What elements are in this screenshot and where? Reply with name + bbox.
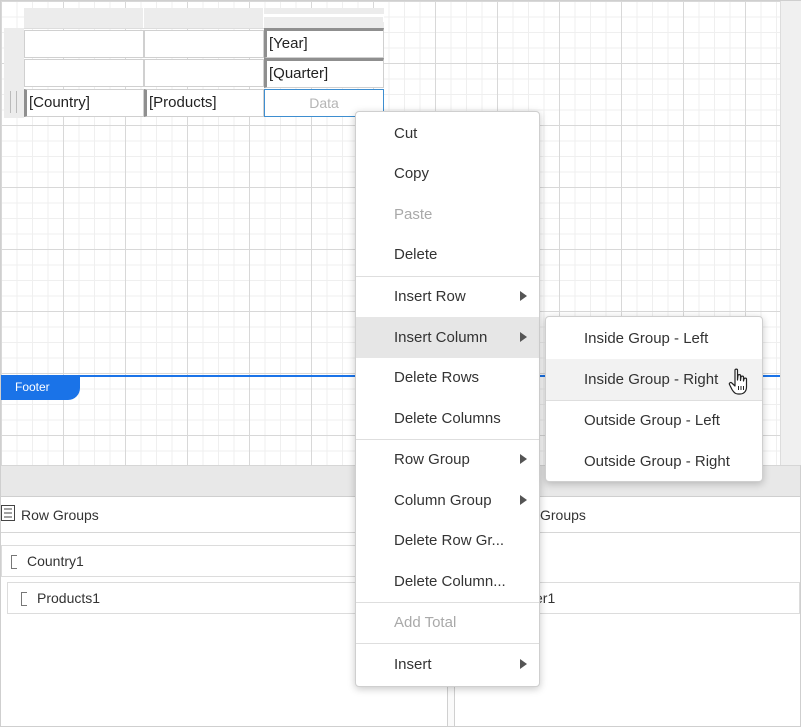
submenu-arrow-icon xyxy=(520,659,527,669)
tablix-corner-cell-4[interactable] xyxy=(144,59,264,87)
hand-pointer-icon xyxy=(728,368,748,395)
submenu-item-label: Inside Group - Right xyxy=(584,371,719,388)
tablix-corner-cell-2[interactable] xyxy=(144,30,264,58)
bracket-icon xyxy=(11,555,17,569)
submenu-item-outside-group-left[interactable]: Outside Group - Left xyxy=(546,400,762,441)
menu-item-paste: Paste xyxy=(356,194,539,235)
bracket-icon xyxy=(21,592,27,606)
submenu-item-outside-group-right[interactable]: Outside Group - Right xyxy=(546,441,762,482)
products-cell[interactable]: [Products] xyxy=(144,89,264,117)
column-handle-2[interactable] xyxy=(144,8,264,28)
menu-item-row-group[interactable]: Row Group xyxy=(356,439,539,480)
row-groups-title: Row Groups xyxy=(21,507,99,523)
submenu-arrow-icon xyxy=(520,332,527,342)
menu-item-delete[interactable]: Delete xyxy=(356,234,539,275)
menu-item-label: Delete Columns xyxy=(394,410,501,427)
group-item-label: Products1 xyxy=(37,590,101,606)
menu-item-label: Column Group xyxy=(394,492,492,509)
menu-item-label: Paste xyxy=(394,206,433,223)
menu-item-label: Delete Column... xyxy=(394,573,506,590)
menu-item-label: Row Group xyxy=(394,451,470,468)
menu-item-label: Delete Row Gr... xyxy=(394,532,505,549)
submenu-item-label: Outside Group - Left xyxy=(584,412,720,429)
group-item-label: Country1 xyxy=(27,553,84,569)
year-cell[interactable]: [Year] xyxy=(264,28,384,58)
menu-item-delete-row-group[interactable]: Delete Row Gr... xyxy=(356,520,539,561)
submenu-arrow-icon xyxy=(520,495,527,505)
context-menu: Cut Copy Paste Delete Insert Row Insert … xyxy=(355,111,540,687)
submenu-item-label: Outside Group - Right xyxy=(584,453,730,470)
column-handle-3[interactable] xyxy=(264,14,384,22)
menu-item-label: Add Total xyxy=(394,614,457,631)
menu-item-delete-rows[interactable]: Delete Rows xyxy=(356,357,539,398)
menu-item-add-total: Add Total xyxy=(356,602,539,643)
menu-item-delete-column-group[interactable]: Delete Column... xyxy=(356,561,539,602)
menu-item-label: Delete Rows xyxy=(394,369,480,386)
menu-item-label: Insert xyxy=(394,656,432,673)
footer-tab[interactable]: Footer xyxy=(1,377,80,400)
submenu-item-inside-group-left[interactable]: Inside Group - Left xyxy=(546,318,762,359)
row-gripper[interactable] xyxy=(10,91,17,113)
submenu-item-label: Inside Group - Left xyxy=(584,330,709,347)
menu-item-delete-columns[interactable]: Delete Columns xyxy=(356,398,539,439)
tablix-corner-cell-1[interactable] xyxy=(24,30,144,58)
vertical-scrollbar[interactable] xyxy=(780,1,801,465)
tablix-corner-cell-3[interactable] xyxy=(24,59,144,87)
submenu-arrow-icon xyxy=(520,291,527,301)
quarter-cell[interactable]: [Quarter] xyxy=(264,58,384,88)
menu-item-insert-column[interactable]: Insert Column xyxy=(356,317,539,358)
column-handle-1[interactable] xyxy=(24,8,144,28)
menu-item-label: Delete xyxy=(394,246,438,263)
list-icon xyxy=(1,505,15,521)
insert-column-submenu: Inside Group - Left Inside Group - Right… xyxy=(545,316,763,482)
menu-item-insert-row[interactable]: Insert Row xyxy=(356,276,539,317)
menu-item-label: Cut xyxy=(394,125,418,142)
menu-item-column-group[interactable]: Column Group xyxy=(356,480,539,521)
menu-item-cut[interactable]: Cut xyxy=(356,113,539,154)
menu-item-label: Copy xyxy=(394,165,430,182)
country-cell[interactable]: [Country] xyxy=(24,89,144,117)
column-handles[interactable] xyxy=(24,8,384,29)
menu-item-insert[interactable]: Insert xyxy=(356,644,539,685)
submenu-arrow-icon xyxy=(520,454,527,464)
menu-item-label: Insert Column xyxy=(394,329,488,346)
menu-item-label: Insert Row xyxy=(394,288,466,305)
column-groups-title: Groups xyxy=(540,507,586,523)
menu-item-copy[interactable]: Copy xyxy=(356,153,539,194)
